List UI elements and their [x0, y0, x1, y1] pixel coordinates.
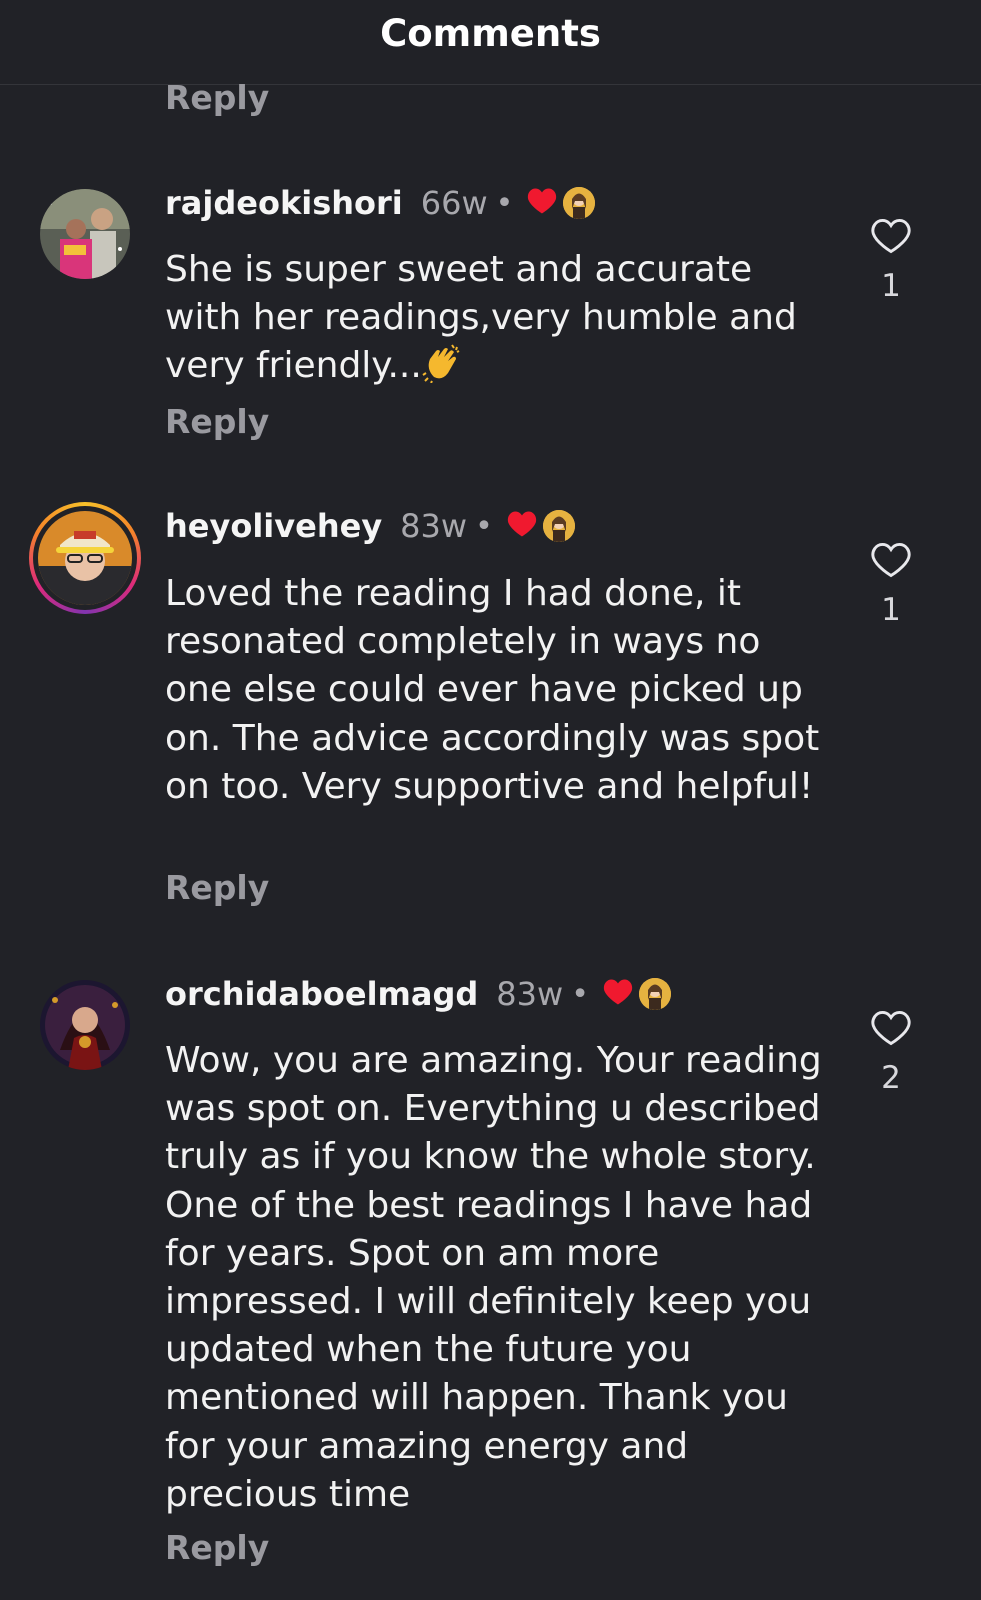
- comment-text: She is super sweet and accurate with her…: [165, 246, 835, 397]
- heart-outline-icon[interactable]: [871, 1010, 911, 1046]
- comment-meta: heyolivehey 83w •: [165, 505, 575, 547]
- avatar-story-ring[interactable]: [29, 502, 141, 614]
- reply-button[interactable]: Reply: [165, 402, 269, 441]
- creator-liked-heart-icon: [603, 978, 633, 1010]
- username[interactable]: heyolivehey: [165, 507, 382, 545]
- avatar[interactable]: [38, 511, 132, 605]
- comment-meta: orchidaboelmagd 83w •: [165, 973, 671, 1015]
- avatar[interactable]: [40, 189, 130, 279]
- username[interactable]: orchidaboelmagd: [165, 975, 478, 1013]
- comment-text: Loved the reading I had done, it resonat…: [165, 573, 820, 807]
- like-button[interactable]: 2: [868, 1010, 914, 1096]
- timestamp: 83w: [496, 975, 564, 1013]
- timestamp: 83w: [400, 507, 468, 545]
- like-count: 1: [881, 592, 901, 628]
- heart-outline-icon[interactable]: [871, 218, 911, 254]
- timestamp: 66w: [420, 184, 488, 222]
- page-title: Comments: [380, 12, 601, 55]
- reply-button[interactable]: Reply: [165, 78, 269, 117]
- comments-header: Comments: [0, 0, 981, 85]
- avatar[interactable]: [40, 980, 130, 1070]
- reply-button[interactable]: Reply: [165, 868, 269, 907]
- reply-button[interactable]: Reply: [165, 1528, 269, 1567]
- creator-avatar-icon: [542, 510, 575, 542]
- username[interactable]: rajdeokishori: [165, 184, 403, 222]
- creator-avatar-icon: [563, 187, 596, 219]
- creator-liked-heart-icon: [507, 510, 537, 542]
- separator-dot: •: [475, 508, 493, 544]
- creator-liked-heart-icon: [527, 187, 557, 219]
- creator-avatar-icon: [638, 978, 671, 1010]
- comment-text-content: She is super sweet and accurate with her…: [165, 249, 797, 387]
- like-count: 2: [881, 1060, 901, 1096]
- heart-outline-icon[interactable]: [871, 542, 911, 578]
- comment-text: Wow, you are amazing. Your reading was s…: [165, 1040, 822, 1515]
- clapping-hands-icon: [422, 343, 462, 396]
- separator-dot: •: [495, 185, 514, 221]
- like-button[interactable]: 1: [868, 218, 914, 304]
- like-count: 1: [881, 268, 901, 304]
- like-button[interactable]: 1: [868, 542, 914, 628]
- separator-dot: •: [571, 976, 589, 1012]
- comment-meta: rajdeokishori 66w •: [165, 182, 596, 224]
